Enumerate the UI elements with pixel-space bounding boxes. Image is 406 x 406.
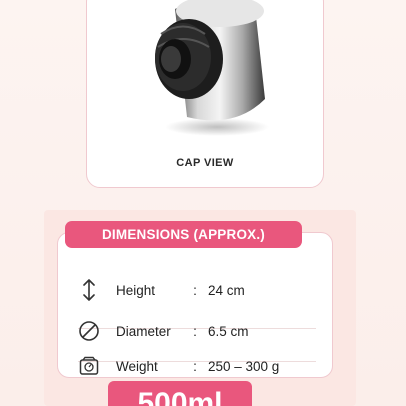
diameter-icon	[78, 320, 100, 342]
dimensions-box: Height : 24 cm Diameter : 6.5 cm Weight …	[57, 232, 333, 378]
bottle-cap-image	[155, 0, 269, 136]
dimension-label: Diameter	[116, 323, 171, 339]
dimensions-title: DIMENSIONS (APPROX.)	[65, 221, 302, 248]
capacity-badge: 500ml	[108, 381, 252, 406]
dimension-row-weight: Weight : 250 – 300 g	[78, 352, 318, 380]
dimension-row-height: Height : 24 cm	[78, 276, 318, 304]
dimensions-panel: Height : 24 cm Diameter : 6.5 cm Weight …	[44, 210, 356, 406]
dimension-label: Height	[116, 282, 156, 298]
dimension-row-diameter: Diameter : 6.5 cm	[78, 317, 318, 345]
dimension-separator: :	[193, 358, 197, 374]
product-spec-page: CAP VIEW Height : 24 cm Diameter: 6.5 c…	[0, 0, 406, 406]
cap-view-card: CAP VIEW	[86, 0, 324, 188]
dimension-value: 24 cm	[208, 282, 245, 298]
dimension-separator: :	[193, 323, 197, 339]
cap-view-label: CAP VIEW	[176, 157, 234, 169]
dimension-value: 250 – 300 g	[208, 358, 280, 374]
dimension-separator: :	[193, 282, 197, 298]
dimension-label: Weight	[116, 358, 158, 374]
height-arrow-icon	[78, 279, 100, 301]
dimension-value: 6.5 cm	[208, 323, 249, 339]
weight-scale-icon	[78, 355, 100, 377]
